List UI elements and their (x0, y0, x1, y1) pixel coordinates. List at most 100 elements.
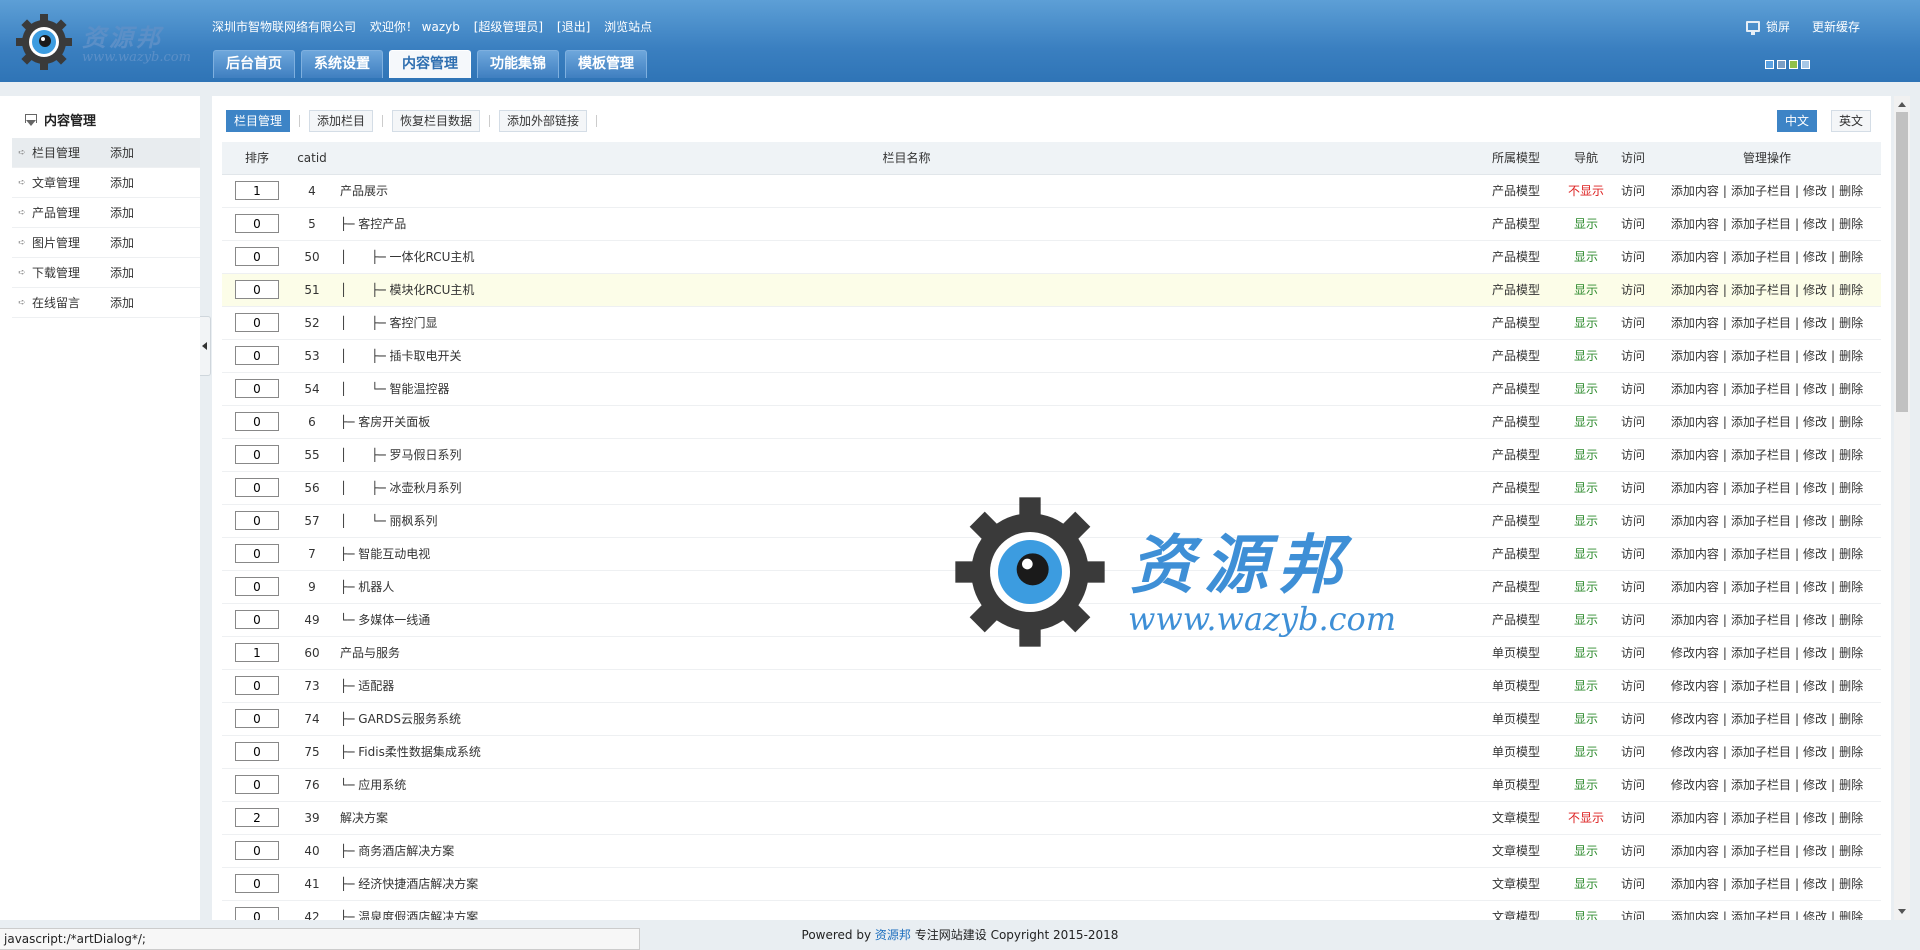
add-subcategory-link[interactable]: 添加子栏目 (1731, 646, 1791, 660)
edit-link[interactable]: 修改 (1803, 382, 1827, 396)
sidebar-item-online-messages[interactable]: ➪ 在线留言 添加 (12, 288, 200, 318)
add-subcategory-link[interactable]: 添加子栏目 (1731, 811, 1791, 825)
delete-link[interactable]: 删除 (1839, 712, 1863, 726)
nav-status-cell[interactable]: 显示 (1559, 669, 1613, 703)
sidebar-item-label[interactable]: 在线留言 (32, 294, 110, 311)
visit-link[interactable]: 访问 (1613, 372, 1653, 406)
add-content-link[interactable]: 添加内容 (1671, 349, 1719, 363)
sort-order-input[interactable] (235, 412, 279, 431)
refresh-cache-button[interactable]: 更新缓存 (1812, 18, 1860, 35)
add-subcategory-link[interactable]: 添加子栏目 (1731, 613, 1791, 627)
nav-status-cell[interactable]: 显示 (1559, 471, 1613, 505)
nav-status-cell[interactable]: 显示 (1559, 636, 1613, 670)
footer-brand-link[interactable]: 资源邦 (875, 928, 911, 942)
delete-link[interactable]: 删除 (1839, 745, 1863, 759)
add-subcategory-link[interactable]: 添加子栏目 (1731, 217, 1791, 231)
sort-order-input[interactable] (235, 544, 279, 563)
nav-status-cell[interactable]: 显示 (1559, 240, 1613, 274)
edit-link[interactable]: 修改 (1803, 910, 1827, 920)
sidebar-item-category-management[interactable]: ➪ 栏目管理 添加 (12, 138, 200, 168)
add-subcategory-link[interactable]: 添加子栏目 (1731, 415, 1791, 429)
sort-order-input[interactable] (235, 775, 279, 794)
delete-link[interactable]: 删除 (1839, 184, 1863, 198)
sort-order-input[interactable] (235, 247, 279, 266)
add-subcategory-link[interactable]: 添加子栏目 (1731, 250, 1791, 264)
visit-link[interactable]: 访问 (1613, 438, 1653, 472)
skin-light-blue[interactable] (1801, 60, 1810, 69)
sort-order-input[interactable] (235, 874, 279, 893)
visit-link[interactable]: 访问 (1613, 735, 1653, 769)
edit-link[interactable]: 修改 (1803, 679, 1827, 693)
add-content-link[interactable]: 添加内容 (1671, 316, 1719, 330)
nav-status-cell[interactable]: 不显示 (1559, 174, 1613, 208)
nav-status-cell[interactable]: 显示 (1559, 504, 1613, 538)
delete-link[interactable]: 删除 (1839, 910, 1863, 920)
delete-link[interactable]: 删除 (1839, 283, 1863, 297)
nav-status-cell[interactable]: 显示 (1559, 372, 1613, 406)
add-subcategory-link[interactable]: 添加子栏目 (1731, 844, 1791, 858)
lang-chinese-button[interactable]: 中文 (1776, 110, 1817, 132)
nav-status-cell[interactable]: 显示 (1559, 570, 1613, 604)
nav-status-cell[interactable]: 显示 (1559, 438, 1613, 472)
visit-link[interactable]: 访问 (1613, 570, 1653, 604)
sort-order-input[interactable] (235, 313, 279, 332)
sidebar-item-product-management[interactable]: ➪ 产品管理 添加 (12, 198, 200, 228)
add-content-link[interactable]: 修改内容 (1671, 679, 1719, 693)
visit-link[interactable]: 访问 (1613, 537, 1653, 571)
edit-link[interactable]: 修改 (1803, 349, 1827, 363)
add-content-link[interactable]: 添加内容 (1671, 283, 1719, 297)
sidebar-item-image-management[interactable]: ➪ 图片管理 添加 (12, 228, 200, 258)
add-content-link[interactable]: 修改内容 (1671, 712, 1719, 726)
visit-link[interactable]: 访问 (1613, 405, 1653, 439)
visit-link[interactable]: 访问 (1613, 273, 1653, 307)
delete-link[interactable]: 删除 (1839, 349, 1863, 363)
tab-template-management[interactable]: 模板管理 (565, 50, 647, 78)
add-subcategory-link[interactable]: 添加子栏目 (1731, 514, 1791, 528)
add-content-link[interactable]: 添加内容 (1671, 217, 1719, 231)
browse-site-link[interactable]: 浏览站点 (604, 20, 652, 34)
edit-link[interactable]: 修改 (1803, 646, 1827, 660)
tab-content-management[interactable]: 内容管理 (389, 50, 471, 78)
scroll-down-icon[interactable] (1898, 909, 1906, 914)
logo[interactable]: 资源邦 www.wazyb.com (14, 12, 194, 72)
delete-link[interactable]: 删除 (1839, 514, 1863, 528)
delete-link[interactable]: 删除 (1839, 646, 1863, 660)
tab-system-settings[interactable]: 系统设置 (301, 50, 383, 78)
sort-order-input[interactable] (235, 445, 279, 464)
sidebar-add-link[interactable]: 添加 (110, 234, 134, 251)
delete-link[interactable]: 删除 (1839, 217, 1863, 231)
visit-link[interactable]: 访问 (1613, 339, 1653, 373)
add-subcategory-link[interactable]: 添加子栏目 (1731, 184, 1791, 198)
visit-link[interactable]: 访问 (1613, 801, 1653, 835)
tab-dashboard[interactable]: 后台首页 (213, 50, 295, 78)
lock-screen-button[interactable]: 锁屏 (1745, 18, 1790, 35)
add-content-link[interactable]: 添加内容 (1671, 514, 1719, 528)
sort-order-input[interactable] (235, 907, 279, 920)
add-content-link[interactable]: 添加内容 (1671, 811, 1719, 825)
nav-status-cell[interactable]: 显示 (1559, 735, 1613, 769)
scroll-up-icon[interactable] (1898, 102, 1906, 107)
nav-status-cell[interactable]: 显示 (1559, 603, 1613, 637)
visit-link[interactable]: 访问 (1613, 834, 1653, 868)
delete-link[interactable]: 删除 (1839, 778, 1863, 792)
add-subcategory-link[interactable]: 添加子栏目 (1731, 679, 1791, 693)
delete-link[interactable]: 删除 (1839, 316, 1863, 330)
sidebar-item-label[interactable]: 下载管理 (32, 264, 110, 281)
add-content-link[interactable]: 修改内容 (1671, 778, 1719, 792)
skin-gray-blue[interactable] (1777, 60, 1786, 69)
nav-status-cell[interactable]: 显示 (1559, 702, 1613, 736)
delete-link[interactable]: 删除 (1839, 250, 1863, 264)
sort-order-input[interactable] (235, 577, 279, 596)
visit-link[interactable]: 访问 (1613, 471, 1653, 505)
add-subcategory-link[interactable]: 添加子栏目 (1731, 382, 1791, 396)
visit-link[interactable]: 访问 (1613, 207, 1653, 241)
add-content-link[interactable]: 修改内容 (1671, 646, 1719, 660)
visit-link[interactable]: 访问 (1613, 603, 1653, 637)
sidebar-add-link[interactable]: 添加 (110, 144, 134, 161)
add-subcategory-link[interactable]: 添加子栏目 (1731, 448, 1791, 462)
edit-link[interactable]: 修改 (1803, 745, 1827, 759)
sidebar-item-article-management[interactable]: ➪ 文章管理 添加 (12, 168, 200, 198)
delete-link[interactable]: 删除 (1839, 415, 1863, 429)
sort-order-input[interactable] (235, 610, 279, 629)
sort-order-input[interactable] (235, 742, 279, 761)
